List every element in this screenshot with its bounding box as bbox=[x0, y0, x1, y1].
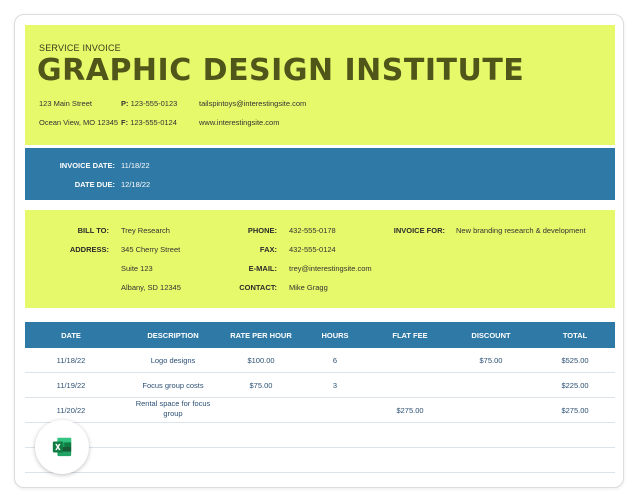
company-phone: P: 123-555-0123 bbox=[121, 99, 177, 108]
table-row: 11/18/22 Logo designs $100.00 6 $75.00 $… bbox=[25, 348, 615, 373]
address-line-1: 123 Main Street bbox=[39, 99, 92, 108]
cell-total: $525.00 bbox=[561, 356, 589, 365]
phone-label: PHONE: bbox=[247, 226, 277, 235]
table-row: 11/19/22 Focus group costs $75.00 3 $225… bbox=[25, 373, 615, 398]
company-fax: F: 123-555-0124 bbox=[121, 118, 177, 127]
invoice-for-label: INVOICE FOR: bbox=[393, 226, 445, 235]
line-items-header: DATE DESCRIPTION RATE PER HOUR HOURS FLA… bbox=[25, 322, 615, 348]
col-flat-fee: FLAT FEE bbox=[392, 331, 428, 340]
col-date: DATE bbox=[61, 331, 81, 340]
company-title: GRAPHIC DESIGN INSTITUTE bbox=[37, 53, 525, 88]
service-invoice-label: SERVICE INVOICE bbox=[39, 43, 121, 53]
phone-prefix: P: bbox=[121, 99, 129, 108]
invoice-date-label: INVOICE DATE: bbox=[59, 161, 115, 170]
date-due-value: 12/18/22 bbox=[121, 180, 151, 189]
bill-to-fax: 432-555-0124 bbox=[289, 245, 336, 254]
fax-label: FAX: bbox=[259, 245, 277, 254]
address-line-2: Ocean View, MO 12345 bbox=[39, 118, 119, 127]
company-email: tailspintoys@interestingsite.com bbox=[199, 99, 307, 108]
email-label: E-MAIL: bbox=[248, 264, 277, 273]
invoice-date-band: INVOICE DATE: 11/18/22 DATE DUE: 12/18/2… bbox=[25, 148, 615, 200]
table-row: 11/20/22 Rental space for focus group $2… bbox=[25, 398, 615, 423]
phone-value: 123-555-0123 bbox=[130, 99, 178, 108]
excel-badge[interactable] bbox=[35, 420, 89, 474]
table-row-empty bbox=[25, 448, 615, 473]
fax-prefix: F: bbox=[121, 118, 129, 127]
invoice-date-value: 11/18/22 bbox=[121, 161, 150, 170]
bill-to-name: Trey Research bbox=[121, 226, 170, 235]
cell-flat-fee: $275.00 bbox=[396, 406, 424, 415]
bill-to-block: BILL TO: Trey Research ADDRESS: 345 Cher… bbox=[25, 210, 615, 308]
col-discount: DISCOUNT bbox=[471, 331, 511, 340]
cell-date: 11/20/22 bbox=[56, 406, 86, 415]
table-row-empty bbox=[25, 423, 615, 448]
invoice-for-value: New branding research & development bbox=[456, 226, 586, 235]
cell-total: $225.00 bbox=[561, 381, 589, 390]
date-due-label: DATE DUE: bbox=[74, 180, 115, 189]
fax-value: 123-555-0124 bbox=[130, 118, 177, 127]
cell-total: $275.00 bbox=[561, 406, 589, 415]
contact-label: CONTACT: bbox=[239, 283, 277, 292]
invoice-header: SERVICE INVOICE GRAPHIC DESIGN INSTITUTE… bbox=[25, 25, 615, 145]
bill-to-city: Albany, SD 12345 bbox=[121, 283, 181, 292]
cell-description-line2: group bbox=[163, 409, 183, 418]
cell-date: 11/18/22 bbox=[56, 356, 86, 365]
cell-hours: 6 bbox=[332, 356, 338, 365]
company-website: www.interestingsite.com bbox=[199, 118, 280, 127]
bill-to-label: BILL TO: bbox=[77, 226, 109, 235]
invoice-preview-card: SERVICE INVOICE GRAPHIC DESIGN INSTITUTE… bbox=[14, 14, 624, 488]
col-total: TOTAL bbox=[562, 331, 588, 340]
cell-discount: $75.00 bbox=[479, 356, 503, 365]
excel-icon bbox=[52, 437, 72, 457]
cell-description-line1: Rental space for focus bbox=[135, 399, 211, 408]
cell-hours: 3 bbox=[332, 381, 338, 390]
bill-to-phone: 432-555-0178 bbox=[289, 226, 336, 235]
bill-to-street: 345 Cherry Street bbox=[121, 245, 181, 254]
cell-date: 11/19/22 bbox=[56, 381, 86, 390]
bill-to-suite: Suite 123 bbox=[121, 264, 153, 273]
address-label: ADDRESS: bbox=[69, 245, 109, 254]
bill-to-email: trey@interestingsite.com bbox=[289, 264, 372, 273]
bill-to-contact: Mike Gragg bbox=[289, 283, 328, 292]
